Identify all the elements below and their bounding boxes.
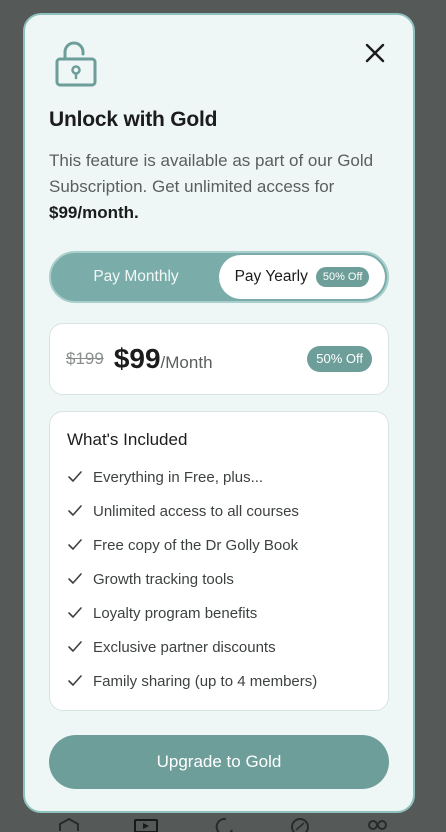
modal-description: This feature is available as part of our… — [49, 148, 395, 226]
check-icon — [68, 505, 82, 516]
discount-badge: 50% Off — [307, 346, 372, 372]
feature-item: Free copy of the Dr Golly Book — [67, 528, 371, 562]
feature-label: Family sharing (up to 4 members) — [93, 672, 318, 690]
video-icon[interactable] — [133, 810, 159, 832]
feature-item: Loyalty program benefits — [67, 596, 371, 630]
unlock-icon — [55, 41, 97, 87]
home-icon[interactable] — [56, 810, 82, 832]
price-period: /Month — [160, 353, 213, 372]
included-features-card: What's Included Everything in Free, plus… — [49, 411, 389, 711]
feature-label: Exclusive partner discounts — [93, 638, 276, 656]
feature-list: Everything in Free, plus... Unlimited acc… — [67, 460, 371, 698]
close-button[interactable] — [363, 41, 387, 65]
check-icon — [68, 607, 82, 618]
billing-toggle: Pay Monthly Pay Yearly 50% Off — [49, 251, 389, 303]
modal-title: Unlock with Gold — [49, 108, 218, 131]
old-price: $199 — [66, 349, 104, 368]
description-text: This feature is available as part of our… — [49, 151, 374, 196]
feature-label: Free copy of the Dr Golly Book — [93, 536, 299, 554]
gold-upgrade-modal: Unlock with Gold This feature is availab… — [23, 13, 415, 813]
check-icon — [68, 573, 82, 584]
feature-label: Everything in Free, plus... — [93, 468, 264, 486]
price-card: $199 $99 /Month 50% Off — [49, 323, 389, 395]
pay-yearly-option[interactable]: Pay Yearly 50% Off — [219, 255, 385, 299]
new-price: $99 — [113, 343, 161, 374]
feature-item: Exclusive partner discounts — [67, 630, 371, 664]
feature-label: Growth tracking tools — [93, 570, 234, 588]
pay-monthly-label: Pay Monthly — [93, 268, 179, 285]
pay-yearly-label: Pay Yearly — [234, 268, 308, 285]
description-price: $99/month. — [49, 203, 139, 222]
check-icon — [68, 675, 82, 686]
check-icon — [68, 539, 82, 550]
moon-icon[interactable] — [210, 810, 236, 832]
feature-item: Everything in Free, plus... — [67, 460, 371, 494]
feature-label: Loyalty program benefits — [93, 604, 258, 622]
yearly-discount-badge: 50% Off — [315, 267, 370, 287]
pay-monthly-option[interactable]: Pay Monthly — [53, 255, 219, 299]
close-icon — [365, 43, 385, 63]
check-icon — [68, 641, 82, 652]
feature-item: Unlimited access to all courses — [67, 494, 371, 528]
check-icon — [68, 471, 82, 482]
discount-icon[interactable] — [287, 810, 313, 832]
feature-label: Unlimited access to all courses — [93, 502, 299, 520]
included-title: What's Included — [67, 430, 188, 449]
family-icon[interactable] — [364, 810, 390, 832]
feature-item: Family sharing (up to 4 members) — [67, 664, 371, 698]
upgrade-button[interactable]: Upgrade to Gold — [49, 735, 389, 789]
feature-item: Growth tracking tools — [67, 562, 371, 596]
upgrade-label: Upgrade to Gold — [156, 752, 282, 771]
